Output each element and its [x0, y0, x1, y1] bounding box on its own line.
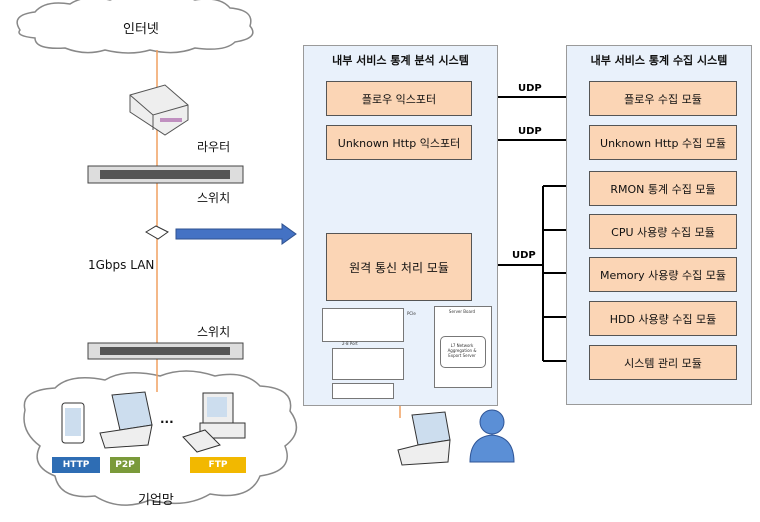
udp-label: UDP	[518, 126, 542, 137]
unknown-http-exporter-module: Unknown Http 익스포터	[326, 125, 472, 160]
user-icon	[469, 409, 515, 463]
protocol-tag-p2p: P2P	[110, 457, 140, 473]
switch-label: 스위치	[197, 191, 231, 205]
switch-icon	[87, 165, 244, 184]
rmon-collect-module: RMON 통계 수집 모듈	[589, 171, 737, 206]
server-board-label: Server Board	[448, 309, 476, 314]
udp-label: UDP	[512, 250, 536, 261]
enterprise-label: 기업망	[138, 493, 174, 508]
server-label: L7 Network Aggregation & Export Server	[447, 343, 477, 358]
blue-arrow	[175, 223, 297, 245]
ellipsis: ...	[160, 412, 174, 426]
analysis-system-panel: 내부 서비스 통계 분석 시스템 플로우 익스포터 Unknown Http 익…	[303, 45, 498, 406]
system-management-module: 시스템 관리 모듈	[589, 345, 737, 380]
switch-label: 스위치	[197, 325, 231, 339]
admin-laptop-icon	[397, 411, 451, 466]
collection-system-panel: 내부 서비스 통계 수집 시스템 플로우 수집 모듈 Unknown Http …	[566, 45, 752, 405]
lan-label: 1Gbps LAN	[88, 258, 155, 272]
flow-collect-module: 플로우 수집 모듈	[589, 81, 737, 116]
cpu-collect-module: CPU 사용량 수집 모듈	[589, 214, 737, 249]
remote-comm-module: 원격 통신 처리 모듈	[326, 233, 472, 301]
tap-device-icon	[145, 225, 169, 240]
collection-system-title: 내부 서비스 통계 수집 시스템	[590, 54, 728, 67]
router-icon	[129, 84, 189, 136]
internet-label: 인터넷	[123, 22, 159, 37]
protocol-tag-ftp: FTP	[190, 457, 246, 473]
unknown-http-collect-module: Unknown Http 수집 모듈	[589, 125, 737, 160]
pcie-label: PCIe	[407, 311, 416, 316]
switch-icon	[87, 342, 244, 360]
hardware-diagram: 2-8 Port PCIe Server Board L7 Network Ag…	[322, 303, 492, 399]
router-label: 라우터	[197, 140, 231, 154]
memory-collect-module: Memory 사용량 수집 모듈	[589, 257, 737, 292]
tablet-icon	[61, 402, 85, 444]
protocol-tag-http: HTTP	[52, 457, 100, 473]
analysis-system-title: 내부 서비스 통계 분석 시스템	[332, 54, 469, 67]
udp-label: UDP	[518, 83, 542, 94]
hdd-collect-module: HDD 사용량 수집 모듈	[589, 301, 737, 336]
flow-exporter-module: 플로우 익스포터	[326, 81, 472, 116]
ports-label: 2-8 Port	[342, 341, 358, 346]
